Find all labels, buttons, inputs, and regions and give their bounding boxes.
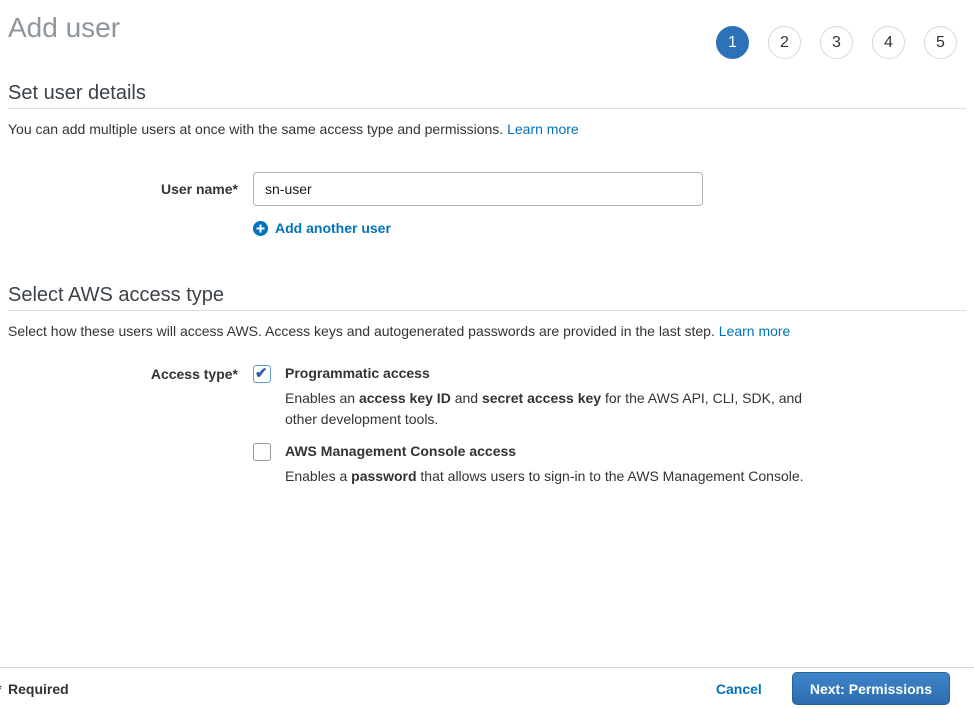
section-heading-user-details: Set user details: [8, 82, 966, 109]
console-access-body: AWS Management Console access Enables a …: [285, 443, 804, 487]
programmatic-access-body: Programmatic access Enables an access ke…: [285, 365, 807, 430]
step-5[interactable]: 5: [924, 26, 957, 59]
programmatic-access-title: Programmatic access: [285, 365, 807, 382]
username-label: User name*: [8, 172, 238, 206]
option-programmatic-access: Programmatic access Enables an access ke…: [253, 365, 807, 430]
access-type-description: Select how these users will access AWS. …: [8, 323, 966, 339]
console-access-checkbox[interactable]: [253, 443, 271, 461]
step-1[interactable]: 1: [716, 26, 749, 59]
footer-bar: * Required Cancel Next: Permissions: [0, 667, 974, 709]
option-console-access: AWS Management Console access Enables a …: [253, 443, 807, 487]
learn-more-link-user-details[interactable]: Learn more: [507, 121, 579, 137]
step-4[interactable]: 4: [872, 26, 905, 59]
cancel-button[interactable]: Cancel: [716, 681, 762, 697]
step-indicator: 1 2 3 4 5: [716, 26, 957, 59]
access-type-description-text: Select how these users will access AWS. …: [8, 323, 715, 339]
required-asterisk: *: [0, 681, 1, 697]
section-heading-access-type: Select AWS access type: [8, 284, 966, 311]
step-2[interactable]: 2: [768, 26, 801, 59]
add-another-user-link[interactable]: Add another user: [275, 220, 391, 236]
next-permissions-button[interactable]: Next: Permissions: [792, 672, 950, 705]
step-3[interactable]: 3: [820, 26, 853, 59]
add-another-user-row[interactable]: Add another user: [253, 220, 966, 236]
username-form-row: User name*: [8, 172, 966, 206]
access-type-options: Programmatic access Enables an access ke…: [253, 365, 807, 487]
required-label: Required: [8, 681, 69, 697]
user-details-description: You can add multiple users at once with …: [8, 121, 966, 137]
console-access-title: AWS Management Console access: [285, 443, 804, 460]
add-user-page: Add user 1 2 3 4 5 Set user details You …: [0, 12, 974, 487]
access-type-label: Access type*: [8, 365, 238, 487]
user-details-description-text: You can add multiple users at once with …: [8, 121, 503, 137]
programmatic-access-description: Enables an access key ID and secret acce…: [285, 388, 807, 430]
access-type-form-row: Access type* Programmatic access Enables…: [8, 365, 966, 487]
plus-circle-icon[interactable]: [253, 221, 268, 236]
console-access-description: Enables a password that allows users to …: [285, 466, 804, 487]
learn-more-link-access-type[interactable]: Learn more: [719, 323, 791, 339]
username-input[interactable]: [253, 172, 703, 206]
programmatic-access-checkbox[interactable]: [253, 365, 271, 383]
